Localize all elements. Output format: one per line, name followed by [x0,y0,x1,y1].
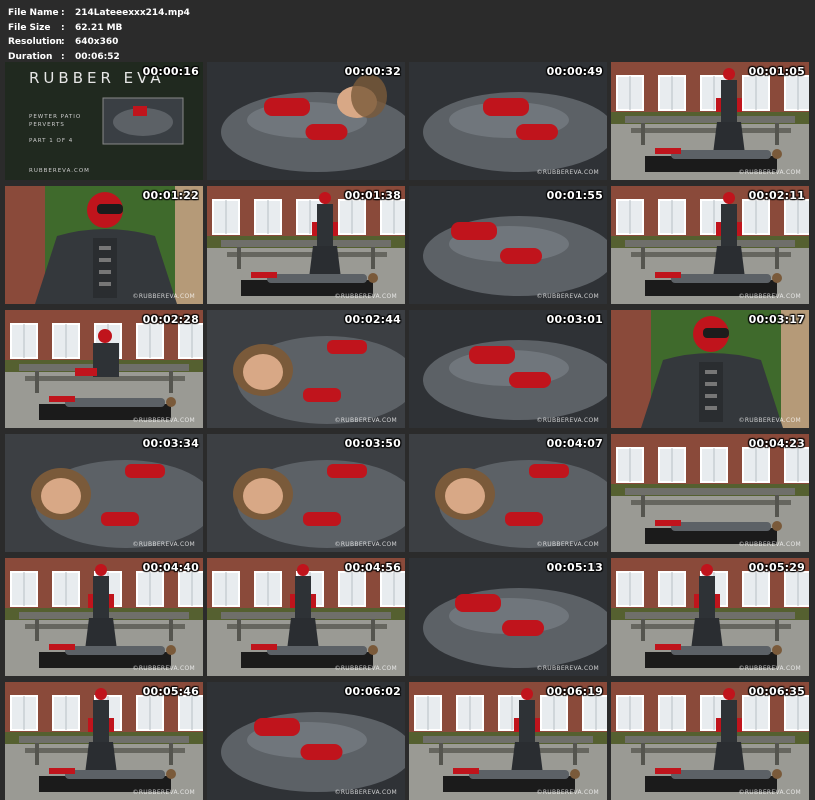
watermark: ©RUBBEREVA.COM [132,789,195,796]
watermark: ©RUBBEREVA.COM [334,665,397,672]
thumbnail-frame-image [409,310,607,428]
video-thumbnail: ©RUBBEREVA.COM 00:01:38 [207,186,405,304]
video-thumbnail: ©RUBBEREVA.COM 00:06:02 [207,682,405,800]
watermark: ©RUBBEREVA.COM [536,417,599,424]
watermark: ©RUBBEREVA.COM [334,417,397,424]
thumbnail-timestamp: 00:01:05 [748,65,805,78]
thumbnail-frame-image [207,558,405,676]
thumbnail-frame-image [5,682,203,800]
thumbnail-frame-image [611,558,809,676]
video-thumbnail: ©RUBBEREVA.COM 00:06:35 [611,682,809,800]
thumbnail-frame-image [207,434,405,552]
thumbnail-frame-image [409,186,607,304]
thumbnail-grid: RUBBER EVA PEWTER PATIO PERVERTS PART 1 OF … [0,0,815,800]
thumbnail-timestamp: 00:04:23 [748,437,805,450]
thumbnail-frame-image [409,558,607,676]
thumbnail-frame-image [409,682,607,800]
thumbnail-timestamp: 00:00:49 [546,65,603,78]
video-thumbnail: ©RUBBEREVA.COM 00:03:34 [5,434,203,552]
thumbnail-timestamp: 00:05:29 [748,561,805,574]
watermark: ©RUBBEREVA.COM [536,789,599,796]
title-card-line1: PEWTER PATIO [29,114,82,120]
watermark: ©RUBBEREVA.COM [132,293,195,300]
thumbnail-timestamp: 00:04:40 [142,561,199,574]
video-thumbnail: ©RUBBEREVA.COM 00:06:19 [409,682,607,800]
thumbnail-timestamp: 00:01:55 [546,189,603,202]
thumbnail-timestamp: 00:01:38 [344,189,401,202]
thumbnail-frame-image [611,62,809,180]
thumbnail-frame-image [409,434,607,552]
watermark: ©RUBBEREVA.COM [334,293,397,300]
watermark: ©RUBBEREVA.COM [132,541,195,548]
thumbnail-timestamp: 00:06:19 [546,685,603,698]
thumbnail-timestamp: 00:03:50 [344,437,401,450]
thumbnail-timestamp: 00:03:01 [546,313,603,326]
watermark: ©RUBBEREVA.COM [132,417,195,424]
watermark: ©RUBBEREVA.COM [536,169,599,176]
video-thumbnail: ©RUBBEREVA.COM 00:04:56 [207,558,405,676]
watermark: ©RUBBEREVA.COM [536,665,599,672]
thumbnail-frame-image [5,310,203,428]
thumbnail-timestamp: 00:04:07 [546,437,603,450]
video-thumbnail: ©RUBBEREVA.COM 00:05:13 [409,558,607,676]
watermark: ©RUBBEREVA.COM [536,293,599,300]
thumbnail-frame-image [611,310,809,428]
thumbnail-timestamp: 00:00:32 [344,65,401,78]
thumbnail-timestamp: 00:02:11 [748,189,805,202]
thumbnail-frame-image [409,62,607,180]
thumbnail-frame-image [207,186,405,304]
watermark: ©RUBBEREVA.COM [738,789,801,796]
video-thumbnail: ©RUBBEREVA.COM 00:02:28 [5,310,203,428]
thumbnail-frame-image [611,186,809,304]
thumbnail-frame-image [207,682,405,800]
video-thumbnail: 00:00:32 [207,62,405,180]
thumbnail-timestamp: 00:03:17 [748,313,805,326]
thumbnail-frame-image [207,62,405,180]
title-card-line2: PERVERTS [29,122,65,128]
video-thumbnail: ©RUBBEREVA.COM 00:04:40 [5,558,203,676]
thumbnail-frame-image [611,434,809,552]
thumbnail-timestamp: 00:01:22 [142,189,199,202]
video-thumbnail: ©RUBBEREVA.COM 00:04:23 [611,434,809,552]
thumbnail-frame-image [5,558,203,676]
watermark: ©RUBBEREVA.COM [334,541,397,548]
thumbnail-frame-image [207,310,405,428]
thumbnail-timestamp: 00:06:35 [748,685,805,698]
thumbnail-frame-image [5,186,203,304]
watermark: ©RUBBEREVA.COM [738,169,801,176]
title-card-part: PART 1 OF 4 [29,138,74,144]
thumbnail-timestamp: 00:05:13 [546,561,603,574]
video-thumbnail: ©RUBBEREVA.COM 00:05:29 [611,558,809,676]
video-thumbnail: ©RUBBEREVA.COM 00:01:05 [611,62,809,180]
watermark: ©RUBBEREVA.COM [132,665,195,672]
watermark: ©RUBBEREVA.COM [738,417,801,424]
video-thumbnail: ©RUBBEREVA.COM 00:05:46 [5,682,203,800]
thumbnail-frame-image [5,434,203,552]
watermark: ©RUBBEREVA.COM [738,541,801,548]
thumbnail-frame-image [611,682,809,800]
title-card-site: RUBBEREVA.COM [29,168,90,174]
watermark: ©RUBBEREVA.COM [334,789,397,796]
video-thumbnail: ©RUBBEREVA.COM 00:01:22 [5,186,203,304]
video-thumbnail: RUBBER EVA PEWTER PATIO PERVERTS PART 1 OF … [5,62,203,180]
thumbnail-timestamp: 00:02:44 [344,313,401,326]
video-thumbnail: ©RUBBEREVA.COM 00:00:49 [409,62,607,180]
thumbnail-timestamp: 00:04:56 [344,561,401,574]
video-thumbnail: ©RUBBEREVA.COM 00:04:07 [409,434,607,552]
thumbnail-timestamp: 00:02:28 [142,313,199,326]
thumbnail-timestamp: 00:00:16 [142,65,199,78]
watermark: ©RUBBEREVA.COM [536,541,599,548]
video-thumbnail: ©RUBBEREVA.COM 00:03:50 [207,434,405,552]
thumbnail-timestamp: 00:06:02 [344,685,401,698]
thumbnail-timestamp: 00:03:34 [142,437,199,450]
video-thumbnail: ©RUBBEREVA.COM 00:01:55 [409,186,607,304]
video-thumbnail: ©RUBBEREVA.COM 00:03:17 [611,310,809,428]
watermark: ©RUBBEREVA.COM [738,665,801,672]
video-thumbnail: ©RUBBEREVA.COM 00:02:11 [611,186,809,304]
video-thumbnail: ©RUBBEREVA.COM 00:03:01 [409,310,607,428]
thumbnail-timestamp: 00:05:46 [142,685,199,698]
video-thumbnail: ©RUBBEREVA.COM 00:02:44 [207,310,405,428]
watermark: ©RUBBEREVA.COM [738,293,801,300]
